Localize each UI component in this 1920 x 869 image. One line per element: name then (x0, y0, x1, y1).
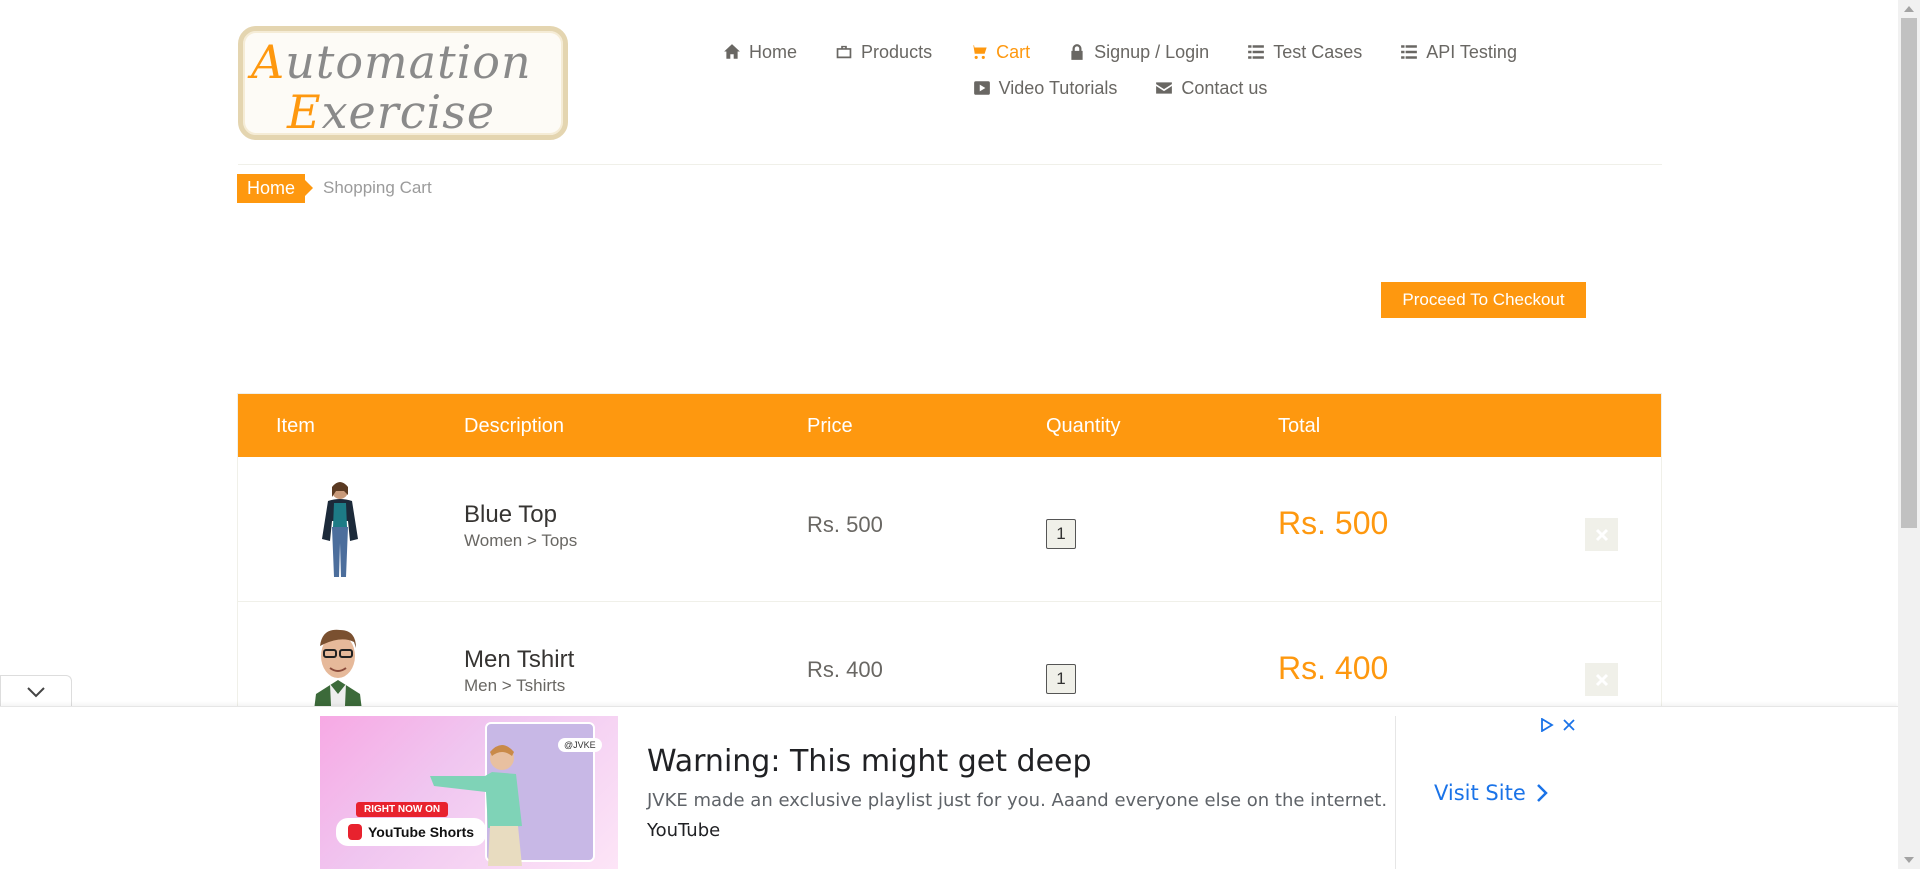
page-scrollbar[interactable] (1898, 0, 1920, 869)
nav-cart[interactable]: Cart (970, 42, 1030, 63)
list-icon (1401, 45, 1418, 59)
delete-item-button[interactable] (1585, 518, 1618, 551)
adchoices-icon[interactable] (1540, 717, 1554, 733)
close-icon (1595, 673, 1608, 686)
nav-api-testing-label: API Testing (1426, 41, 1517, 62)
home-icon (724, 44, 740, 59)
product-image-blue-top[interactable] (298, 477, 382, 582)
ad-divider (1395, 716, 1396, 869)
scroll-up-arrow[interactable] (1904, 6, 1914, 12)
youtube-shorts-label: YouTube Shorts (368, 824, 475, 840)
nav-signup-login-label: Signup / Login (1094, 41, 1210, 62)
table-row: Blue Top Women > Tops Rs. 500 1 Rs. 500 (238, 457, 1661, 602)
nav-contact-us[interactable]: Contact us (1155, 78, 1267, 99)
cart-table: Item Description Price Quantity Total Bl… (237, 393, 1662, 747)
list-icon (1248, 45, 1265, 59)
shopping-cart-icon (970, 45, 987, 59)
product-total: Rs. 400 (1278, 650, 1389, 686)
ad-right-now-badge: RIGHT NOW ON (356, 802, 449, 817)
header-total: Total (1278, 415, 1321, 437)
envelope-icon (1156, 82, 1173, 94)
breadcrumb-current: Shopping Cart (323, 178, 432, 197)
header-divider (238, 164, 1662, 165)
close-icon (1595, 528, 1608, 541)
lock-icon (1071, 44, 1083, 60)
product-name[interactable]: Blue Top (464, 501, 557, 529)
breadcrumb-home[interactable]: Home (237, 174, 314, 203)
delete-item-button[interactable] (1585, 663, 1618, 696)
ad-source: YouTube (647, 820, 721, 841)
chevron-right-icon (1536, 784, 1548, 802)
site-logo[interactable]: Automation Exercise (238, 26, 568, 140)
header-description: Description (464, 415, 565, 437)
ad-description: JVKE made an exclusive playlist just for… (647, 790, 1388, 811)
ad-image[interactable]: @JVKE RIGHT NOW ON YouTube Shorts (320, 716, 618, 869)
nav-video-tutorials[interactable]: Video Tutorials (973, 77, 1118, 99)
product-price: Rs. 400 (807, 657, 883, 682)
product-price: Rs. 500 (807, 512, 883, 537)
header-item: Item (276, 415, 315, 437)
nav-signup-login[interactable]: Signup / Login (1068, 42, 1209, 63)
scroll-down-arrow[interactable] (1904, 857, 1914, 863)
briefcase-icon (836, 45, 852, 59)
nav-home-label: Home (749, 41, 798, 62)
ad-image-tag: @JVKE (558, 738, 602, 752)
nav-api-testing[interactable]: API Testing (1400, 42, 1517, 63)
cart-table-header: Item Description Price Quantity Total (238, 394, 1661, 457)
main-nav: Home Products Cart Signup / Login Test C… (690, 34, 1550, 106)
youtube-shorts-icon (348, 824, 362, 840)
nav-test-cases[interactable]: Test Cases (1247, 42, 1362, 63)
ad-choices (1540, 717, 1576, 733)
header-quantity: Quantity (1046, 415, 1121, 437)
product-category: Men > Tshirts (464, 676, 566, 695)
scrollbar-thumb[interactable] (1901, 18, 1917, 528)
ad-person-figure (430, 745, 522, 866)
nav-video-tutorials-label: Video Tutorials (998, 77, 1118, 98)
product-name[interactable]: Men Tshirt (464, 646, 574, 674)
proceed-to-checkout-button[interactable]: Proceed To Checkout (1381, 282, 1586, 318)
logo-line-2: Exercise (287, 85, 496, 139)
product-category: Women > Tops (464, 531, 578, 550)
chevron-down-icon (27, 686, 45, 697)
youtube-shorts-badge: YouTube Shorts (336, 818, 487, 846)
visit-site-button[interactable]: Visit Site (1434, 781, 1548, 805)
visit-site-label: Visit Site (1434, 781, 1526, 805)
nav-products-label: Products (861, 41, 933, 62)
product-total: Rs. 500 (1278, 505, 1389, 541)
quantity-value: 1 (1046, 519, 1076, 549)
nav-home[interactable]: Home (723, 42, 797, 63)
ad-collapse-toggle[interactable] (0, 675, 72, 707)
ad-banner (0, 706, 1898, 869)
nav-cart-label: Cart (996, 41, 1031, 62)
ad-headline[interactable]: Warning: This might get deep (647, 744, 1092, 779)
nav-test-cases-label: Test Cases (1273, 41, 1363, 62)
nav-products[interactable]: Products (835, 42, 932, 63)
logo-line-1: Automation (251, 35, 532, 89)
ad-close-icon[interactable] (1562, 718, 1576, 732)
header-price: Price (807, 415, 853, 437)
quantity-value: 1 (1046, 664, 1076, 694)
nav-contact-us-label: Contact us (1181, 77, 1268, 98)
youtube-play-icon (973, 81, 990, 95)
